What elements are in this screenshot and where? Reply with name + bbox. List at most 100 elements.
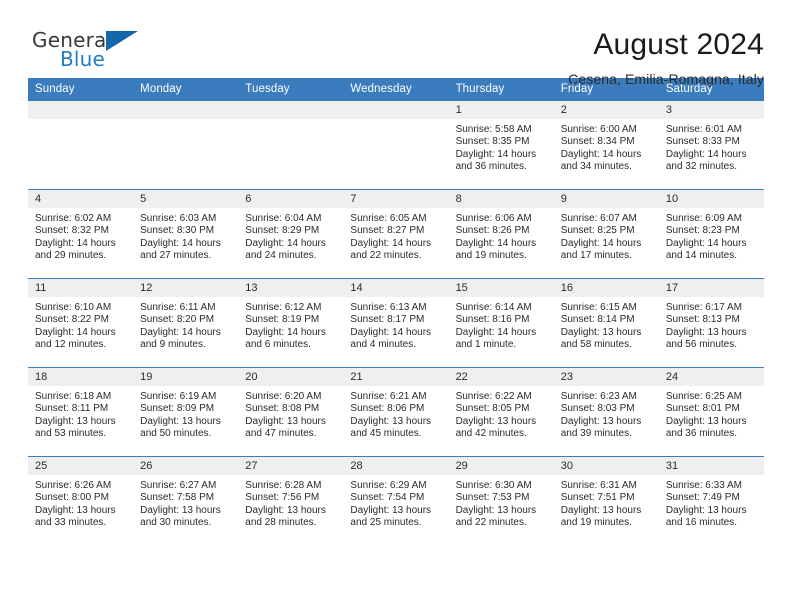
calendar-day-cell[interactable]: 14 Sunrise: 6:13 AM Sunset: 8:17 PM Dayligh… <box>343 278 449 368</box>
daylight-text-line2: and 22 minutes. <box>350 250 422 262</box>
sunset-text: Sunset: 8:08 PM <box>245 403 320 415</box>
daylight-text-line2: and 6 minutes. <box>245 339 311 351</box>
calendar-day-cell[interactable]: 17 Sunrise: 6:17 AM Sunset: 8:13 PM Dayligh… <box>658 278 764 368</box>
sunset-text: Sunset: 8:27 PM <box>350 225 425 237</box>
daylight-text-line2: and 27 minutes. <box>140 250 212 262</box>
calendar-day-cell[interactable]: 30 Sunrise: 6:31 AM Sunset: 7:51 PM Dayligh… <box>553 456 659 546</box>
calendar-day-cell[interactable]: 29 Sunrise: 6:30 AM Sunset: 7:53 PM Dayligh… <box>448 456 554 546</box>
day-details: Sunrise: 6:31 AM Sunset: 7:51 PM Daylight:… <box>554 475 659 530</box>
daylight-text-line1: Daylight: 13 hours <box>560 504 642 516</box>
daylight-text-line2: and 33 minutes. <box>35 517 107 529</box>
calendar-day-cell[interactable]: 4 Sunrise: 6:02 AM Sunset: 8:32 PM Daylight… <box>28 189 134 279</box>
sunrise-text: Sunrise: 6:23 AM <box>560 391 637 402</box>
calendar-day-cell[interactable]: 27 Sunrise: 6:28 AM Sunset: 7:56 PM Dayligh… <box>238 456 344 546</box>
weekday-header-cell: Monday <box>133 78 239 101</box>
day-details: Sunrise: 6:27 AM Sunset: 7:58 PM Daylight:… <box>133 475 238 530</box>
day-number: 9 <box>553 190 659 208</box>
calendar-day-cell[interactable]: 20 Sunrise: 6:20 AM Sunset: 8:08 PM Dayligh… <box>238 367 344 457</box>
calendar-day-cell[interactable]: 31 Sunrise: 6:33 AM Sunset: 7:49 PM Dayligh… <box>658 456 764 546</box>
calendar-day-cell[interactable]: 2 Sunrise: 6:00 AM Sunset: 8:34 PM Daylight… <box>553 100 659 190</box>
calendar-day-cell-empty <box>238 100 344 190</box>
calendar-week-row: 25 Sunrise: 6:26 AM Sunset: 8:00 PM Dayligh… <box>28 456 764 546</box>
day-details: Sunrise: 6:04 AM Sunset: 8:29 PM Daylight:… <box>238 208 343 263</box>
calendar-day-cell[interactable]: 26 Sunrise: 6:27 AM Sunset: 7:58 PM Dayligh… <box>133 456 239 546</box>
day-number: 21 <box>343 368 449 386</box>
calendar-day-cell[interactable]: 6 Sunrise: 6:04 AM Sunset: 8:29 PM Daylight… <box>238 189 344 279</box>
day-number <box>238 101 344 119</box>
calendar-day-cell[interactable]: 8 Sunrise: 6:06 AM Sunset: 8:26 PM Daylight… <box>448 189 554 279</box>
calendar-day-cell[interactable]: 21 Sunrise: 6:21 AM Sunset: 8:06 PM Dayligh… <box>343 367 449 457</box>
daylight-text-line1: Daylight: 14 hours <box>455 237 537 249</box>
daylight-text-line2: and 24 minutes. <box>245 250 317 262</box>
daylight-text-line1: Daylight: 14 hours <box>665 237 747 249</box>
day-number: 20 <box>238 368 344 386</box>
daylight-text-line1: Daylight: 14 hours <box>140 237 221 249</box>
sunrise-text: Sunrise: 6:20 AM <box>245 391 322 402</box>
calendar-day-cell[interactable]: 23 Sunrise: 6:23 AM Sunset: 8:03 PM Dayligh… <box>553 367 659 457</box>
daylight-text-line2: and 53 minutes. <box>35 428 107 440</box>
general-blue-logo[interactable]: General Blue <box>32 26 162 76</box>
daylight-text-line1: Daylight: 13 hours <box>560 326 642 338</box>
calendar-day-cell[interactable]: 1 Sunrise: 5:58 AM Sunset: 8:35 PM Daylight… <box>448 100 554 190</box>
sunset-text: Sunset: 8:14 PM <box>560 314 635 326</box>
day-number: 27 <box>238 457 344 475</box>
calendar-day-cell[interactable]: 5 Sunrise: 6:03 AM Sunset: 8:30 PM Daylight… <box>133 189 239 279</box>
weekday-header-cell: Thursday <box>448 78 554 101</box>
day-details: Sunrise: 6:03 AM Sunset: 8:30 PM Daylight:… <box>133 208 238 263</box>
daylight-text-line2: and 29 minutes. <box>35 250 107 262</box>
calendar-day-cell[interactable]: 12 Sunrise: 6:11 AM Sunset: 8:20 PM Dayligh… <box>133 278 239 368</box>
calendar-day-cell[interactable]: 9 Sunrise: 6:07 AM Sunset: 8:25 PM Daylight… <box>553 189 659 279</box>
sunset-text: Sunset: 8:01 PM <box>665 403 740 415</box>
daylight-text-line2: and 36 minutes. <box>455 161 527 173</box>
calendar-day-cell[interactable]: 19 Sunrise: 6:19 AM Sunset: 8:09 PM Dayligh… <box>133 367 239 457</box>
day-details: Sunrise: 6:33 AM Sunset: 7:49 PM Daylight:… <box>659 475 764 530</box>
sunset-text: Sunset: 8:13 PM <box>665 314 740 326</box>
daylight-text-line1: Daylight: 14 hours <box>350 237 432 249</box>
day-details: Sunrise: 6:21 AM Sunset: 8:06 PM Daylight:… <box>343 386 448 441</box>
sunrise-text: Sunrise: 6:15 AM <box>560 302 637 313</box>
day-details: Sunrise: 6:09 AM Sunset: 8:23 PM Daylight:… <box>659 208 764 263</box>
sunset-text: Sunset: 7:56 PM <box>245 492 320 504</box>
calendar-week-row: 4 Sunrise: 6:02 AM Sunset: 8:32 PM Daylight… <box>28 189 764 279</box>
calendar-day-cell[interactable]: 3 Sunrise: 6:01 AM Sunset: 8:33 PM Daylight… <box>658 100 764 190</box>
day-details: Sunrise: 6:19 AM Sunset: 8:09 PM Daylight:… <box>133 386 238 441</box>
sunrise-text: Sunrise: 6:06 AM <box>455 213 532 224</box>
calendar-day-cell-empty <box>133 100 239 190</box>
calendar-day-cell[interactable]: 24 Sunrise: 6:25 AM Sunset: 8:01 PM Dayligh… <box>658 367 764 457</box>
daylight-text-line1: Daylight: 13 hours <box>350 415 432 427</box>
day-details: Sunrise: 6:02 AM Sunset: 8:32 PM Daylight:… <box>28 208 133 263</box>
calendar-day-cell[interactable]: 15 Sunrise: 6:14 AM Sunset: 8:16 PM Dayligh… <box>448 278 554 368</box>
sunrise-text: Sunrise: 6:19 AM <box>140 391 217 402</box>
day-number: 4 <box>28 190 134 208</box>
calendar-day-cell[interactable]: 22 Sunrise: 6:22 AM Sunset: 8:05 PM Dayligh… <box>448 367 554 457</box>
day-details: Sunrise: 6:20 AM Sunset: 8:08 PM Daylight:… <box>238 386 343 441</box>
weekday-header-cell: Wednesday <box>343 78 449 101</box>
daylight-text-line1: Daylight: 13 hours <box>245 415 326 427</box>
day-details: Sunrise: 6:30 AM Sunset: 7:53 PM Daylight:… <box>449 475 554 530</box>
daylight-text-line2: and 25 minutes. <box>350 517 422 529</box>
day-number: 12 <box>133 279 239 297</box>
calendar-day-cell[interactable]: 7 Sunrise: 6:05 AM Sunset: 8:27 PM Daylight… <box>343 189 449 279</box>
calendar-day-cell[interactable]: 18 Sunrise: 6:18 AM Sunset: 8:11 PM Dayligh… <box>28 367 134 457</box>
calendar-day-cell[interactable]: 11 Sunrise: 6:10 AM Sunset: 8:22 PM Dayligh… <box>28 278 134 368</box>
sunset-text: Sunset: 8:25 PM <box>560 225 635 237</box>
day-details: Sunrise: 6:12 AM Sunset: 8:19 PM Daylight:… <box>238 297 343 352</box>
calendar-day-cell[interactable]: 25 Sunrise: 6:26 AM Sunset: 8:00 PM Dayligh… <box>28 456 134 546</box>
daylight-text-line1: Daylight: 13 hours <box>245 504 326 516</box>
page-title: August 2024 <box>593 28 764 61</box>
calendar-day-cell[interactable]: 13 Sunrise: 6:12 AM Sunset: 8:19 PM Dayligh… <box>238 278 344 368</box>
day-details: Sunrise: 6:15 AM Sunset: 8:14 PM Daylight:… <box>554 297 659 352</box>
day-number: 29 <box>448 457 554 475</box>
daylight-text-line1: Daylight: 13 hours <box>665 415 747 427</box>
day-number: 19 <box>133 368 239 386</box>
sunrise-text: Sunrise: 6:25 AM <box>665 391 742 402</box>
day-number: 26 <box>133 457 239 475</box>
daylight-text-line2: and 28 minutes. <box>245 517 317 529</box>
sunrise-text: Sunrise: 6:07 AM <box>560 213 637 224</box>
calendar-day-cell[interactable]: 16 Sunrise: 6:15 AM Sunset: 8:14 PM Dayligh… <box>553 278 659 368</box>
calendar-day-cell[interactable]: 28 Sunrise: 6:29 AM Sunset: 7:54 PM Dayligh… <box>343 456 449 546</box>
calendar-day-cell[interactable]: 10 Sunrise: 6:09 AM Sunset: 8:23 PM Dayligh… <box>658 189 764 279</box>
day-number <box>133 101 239 119</box>
sunset-text: Sunset: 8:19 PM <box>245 314 320 326</box>
day-details: Sunrise: 6:10 AM Sunset: 8:22 PM Daylight:… <box>28 297 133 352</box>
